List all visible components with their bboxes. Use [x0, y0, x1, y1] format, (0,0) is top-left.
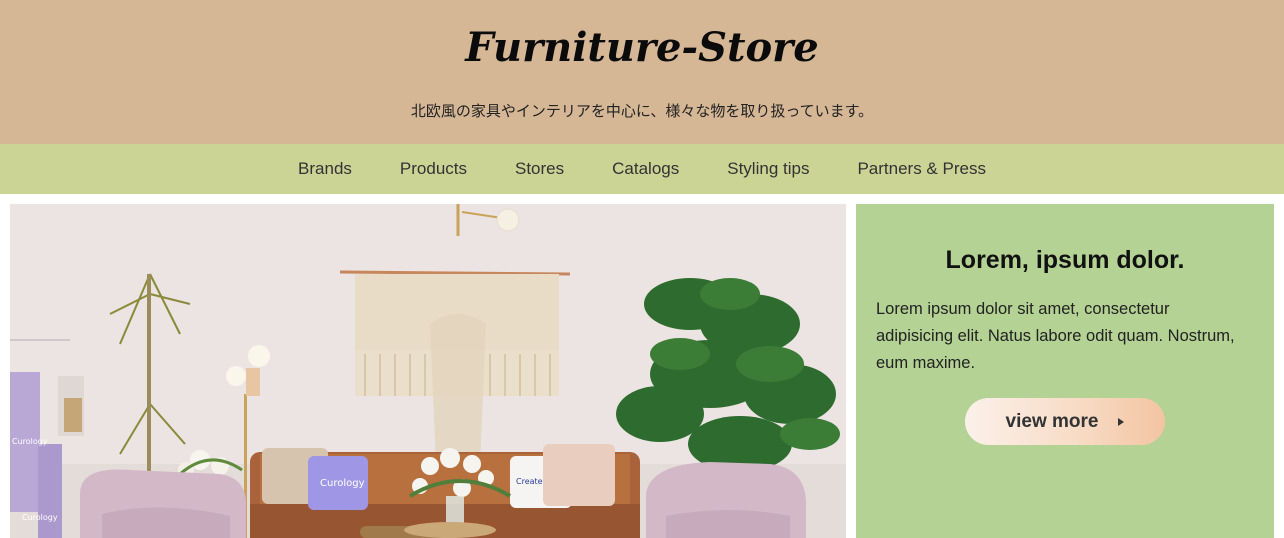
promo-card: Lorem, ipsum dolor. Lorem ipsum dolor si…	[856, 204, 1274, 538]
nav-item-brands[interactable]: Brands	[298, 159, 352, 179]
site-header: Furniture-Store 北欧風の家具やインテリアを中心に、様々な物を取り…	[0, 0, 1284, 144]
site-tagline: 北欧風の家具やインテリアを中心に、様々な物を取り扱っています。	[410, 102, 874, 120]
nav-item-catalogs[interactable]: Catalogs	[612, 159, 679, 179]
nav-item-stores[interactable]: Stores	[515, 159, 564, 179]
pillow-label-1: Curology	[320, 478, 365, 489]
nav-item-styling-tips[interactable]: Styling tips	[727, 159, 809, 179]
hero-image: Curology Createyoskin Curology Curology	[10, 204, 846, 538]
view-more-label: view more	[1005, 410, 1099, 432]
nav-item-partners-press[interactable]: Partners & Press	[857, 159, 986, 179]
view-more-button[interactable]: view more	[965, 398, 1165, 445]
site-title[interactable]: Furniture-Store	[0, 24, 1284, 71]
nav-item-products[interactable]: Products	[400, 159, 467, 179]
promo-heading: Lorem, ipsum dolor.	[945, 246, 1185, 274]
living-room-illustration: Curology Createyoskin Curology Curology	[10, 204, 846, 538]
towel-label-2: Curology	[22, 513, 58, 522]
towel-label-1: Curology	[12, 437, 48, 446]
arrow-right-icon	[1118, 417, 1125, 426]
main-nav: Brands Products Stores Catalogs Styling …	[0, 144, 1284, 194]
promo-body: Lorem ipsum dolor sit amet, consectetur …	[876, 300, 1235, 372]
